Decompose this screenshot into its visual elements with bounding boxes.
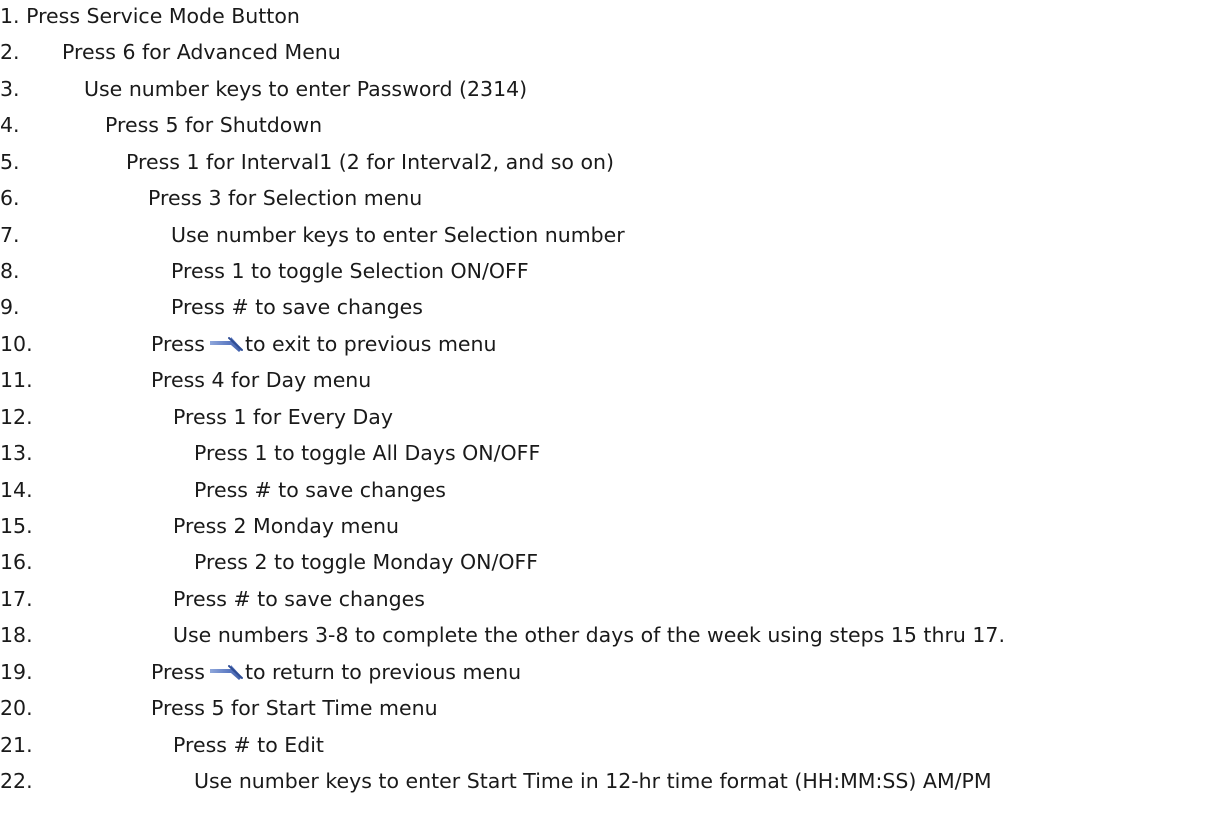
step-text: Press # to save changes bbox=[171, 295, 423, 319]
step-text-before: Press bbox=[151, 660, 205, 684]
step-number: 6. bbox=[0, 186, 20, 210]
step-text: Use number keys to enter Start Time in 1… bbox=[194, 769, 992, 793]
list-item: 7. Use number keys to enter Selection nu… bbox=[0, 216, 1217, 254]
step-text: Press 1 to toggle All Days ON/OFF bbox=[194, 441, 541, 465]
step-number: 16. bbox=[0, 550, 33, 574]
step-text: Press 6 for Advanced Menu bbox=[62, 40, 341, 64]
list-item: 22. Use number keys to enter Start Time … bbox=[0, 762, 1217, 800]
step-number: 12. bbox=[0, 405, 33, 429]
step-text: Press to exit to previous menu bbox=[151, 325, 497, 363]
step-text: Press # to save changes bbox=[173, 587, 425, 611]
step-text: Press # to Edit bbox=[173, 733, 324, 757]
list-item: 13. Press 1 to toggle All Days ON/OFF bbox=[0, 434, 1217, 472]
step-number: 11. bbox=[0, 368, 33, 392]
step-text: Press 1 to toggle Selection ON/OFF bbox=[171, 259, 529, 283]
list-item: 2. Press 6 for Advanced Menu bbox=[0, 33, 1217, 71]
step-text-before: Press bbox=[151, 332, 205, 356]
step-text: Press # to save changes bbox=[194, 478, 446, 502]
step-text: 1. Press Service Mode Button bbox=[0, 4, 300, 28]
list-item: 17. Press # to save changes bbox=[0, 580, 1217, 618]
list-item: 8. Press 1 to toggle Selection ON/OFF bbox=[0, 252, 1217, 290]
list-item: 11. Press 4 for Day menu bbox=[0, 361, 1217, 399]
list-item: 21. Press # to Edit bbox=[0, 726, 1217, 764]
step-text-after: to exit to previous menu bbox=[244, 332, 497, 356]
step-text: Use number keys to enter Selection numbe… bbox=[171, 223, 625, 247]
step-number: 4. bbox=[0, 113, 20, 137]
list-item: 3. Use number keys to enter Password (23… bbox=[0, 70, 1217, 108]
step-number: 9. bbox=[0, 295, 20, 319]
step-text: Press 4 for Day menu bbox=[151, 368, 372, 392]
step-number: 21. bbox=[0, 733, 33, 757]
list-item: 15. Press 2 Monday menu bbox=[0, 507, 1217, 545]
back-arrow-icon bbox=[209, 661, 243, 681]
step-text: Use number keys to enter Password (2314) bbox=[84, 77, 528, 101]
step-number: 13. bbox=[0, 441, 33, 465]
step-text: Press 1 for Interval1 (2 for Interval2, … bbox=[126, 150, 614, 174]
list-item: 12. Press 1 for Every Day bbox=[0, 398, 1217, 436]
step-number: 22. bbox=[0, 769, 33, 793]
step-number: 3. bbox=[0, 77, 20, 101]
step-number: 19. bbox=[0, 660, 33, 684]
step-number: 5. bbox=[0, 150, 20, 174]
list-item: 9. Press # to save changes bbox=[0, 288, 1217, 326]
step-number: 15. bbox=[0, 514, 33, 538]
step-text: Press to return to previous menu bbox=[151, 653, 521, 691]
list-item: 16. Press 2 to toggle Monday ON/OFF bbox=[0, 543, 1217, 581]
step-number: 10. bbox=[0, 332, 33, 356]
instruction-list: 1. Press Service Mode Button 2. Press 6 … bbox=[0, 0, 1217, 839]
list-item: 10. Press to exit to previous menu bbox=[0, 325, 1217, 363]
step-number: 2. bbox=[0, 40, 20, 64]
step-text: Press 3 for Selection menu bbox=[148, 186, 423, 210]
step-text: Press 2 Monday menu bbox=[173, 514, 400, 538]
step-text: Use numbers 3-8 to complete the other da… bbox=[173, 623, 1005, 647]
list-item: 6. Press 3 for Selection menu bbox=[0, 179, 1217, 217]
list-item: 20. Press 5 for Start Time menu bbox=[0, 689, 1217, 727]
step-text-after: to return to previous menu bbox=[244, 660, 522, 684]
step-text: Press 5 for Shutdown bbox=[105, 113, 323, 137]
step-number: 7. bbox=[0, 223, 20, 247]
list-item: 19. Press to return to previous menu bbox=[0, 653, 1217, 691]
step-text: Press 1 for Every Day bbox=[173, 405, 393, 429]
back-arrow-icon bbox=[209, 333, 243, 353]
list-item: 18. Use numbers 3-8 to complete the othe… bbox=[0, 616, 1217, 654]
step-number: 17. bbox=[0, 587, 33, 611]
step-number: 18. bbox=[0, 623, 33, 647]
step-number: 20. bbox=[0, 696, 33, 720]
list-item: 5. Press 1 for Interval1 (2 for Interval… bbox=[0, 143, 1217, 181]
step-text: Press 5 for Start Time menu bbox=[151, 696, 438, 720]
step-number: 14. bbox=[0, 478, 33, 502]
step-text: Press 2 to toggle Monday ON/OFF bbox=[194, 550, 539, 574]
list-item: 1. Press Service Mode Button bbox=[0, 0, 1217, 35]
step-number: 8. bbox=[0, 259, 20, 283]
list-item: 14. Press # to save changes bbox=[0, 471, 1217, 509]
list-item: 4. Press 5 for Shutdown bbox=[0, 106, 1217, 144]
